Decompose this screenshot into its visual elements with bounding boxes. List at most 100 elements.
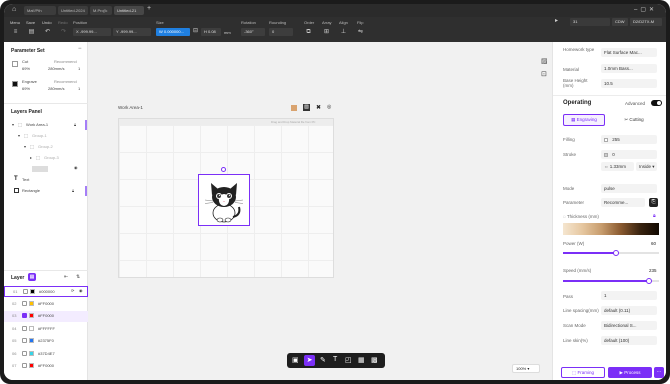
cross-icon[interactable]: ✖ — [316, 104, 321, 111]
array-icon[interactable]: ⊞ — [323, 29, 330, 36]
material-select[interactable]: 1.0mm Bass... — [601, 64, 657, 73]
device-name[interactable]: D2/D2TX-M — [630, 18, 662, 26]
scan-mode-select[interactable]: Bidirectional S... — [601, 321, 657, 330]
layer-color-swatch[interactable] — [29, 350, 34, 356]
filling-field[interactable]: 255 — [601, 135, 657, 144]
tree-group-1[interactable]: ▾ ⬚ Group-1 — [4, 131, 88, 141]
layer-checkbox[interactable] — [22, 325, 27, 331]
param-row-engrave[interactable]: Engrave Recommend 69% 280mm/s 1 — [4, 78, 88, 94]
framing-button[interactable]: ⬚ Framing — [561, 367, 605, 378]
device-mode[interactable]: CDW — [612, 18, 628, 26]
stroke-width-field[interactable]: ⇔ 1.33mm — [601, 162, 634, 171]
selected-image[interactable] — [198, 167, 250, 226]
line-spacing-select[interactable]: default (0.11) — [601, 306, 657, 315]
expand-icon[interactable]: ▸ — [30, 155, 32, 160]
layer-row[interactable]: 02 #FF0000 — [4, 299, 88, 310]
window-controls-icon[interactable]: –▢✕ — [634, 6, 657, 13]
advanced-toggle[interactable] — [651, 100, 662, 106]
tree-text[interactable]: T Text — [4, 175, 88, 185]
redo-label[interactable]: Redo — [58, 20, 68, 25]
size-w-field[interactable]: W 0.000000... — [156, 28, 190, 36]
text-tool-icon[interactable]: T — [333, 356, 337, 363]
param-minus-icon[interactable]: − — [78, 46, 82, 52]
align-icon[interactable]: ⊥ — [340, 29, 347, 36]
save-icon[interactable]: ▤ — [28, 29, 35, 36]
layer-color-swatch[interactable] — [30, 289, 35, 294]
pen-icon[interactable]: ✎ — [320, 356, 326, 364]
image-tool-icon[interactable]: ▨ — [303, 104, 310, 111]
parameter-select[interactable]: Recomme... — [601, 198, 645, 207]
home-icon[interactable]: ⌂ — [12, 6, 16, 13]
line-skin-select[interactable]: default (100) — [601, 336, 657, 345]
layer-row[interactable]: 01 #000000 ⟳ ◉ — [4, 286, 88, 297]
layer-color-swatch[interactable] — [29, 325, 34, 331]
tab-2[interactable]: Untitled-2024 — [58, 6, 88, 15]
layer-row[interactable]: 04 #FFFFFF — [4, 324, 88, 335]
layout-icon[interactable]: ▩ — [371, 356, 378, 364]
stroke-field[interactable]: 0 — [601, 150, 657, 159]
base-height-input[interactable]: 10.5 — [601, 79, 657, 88]
tree-image[interactable]: ◉ — [4, 164, 88, 174]
layer-color-swatch[interactable] — [29, 300, 34, 306]
tab-1[interactable]: Mat'/Pth — [24, 6, 56, 15]
size-unit[interactable]: mm — [224, 30, 231, 35]
layer-checkbox[interactable] — [22, 300, 27, 306]
new-tab-button[interactable]: + — [147, 5, 151, 12]
rounding-field[interactable]: 0 — [269, 28, 293, 36]
camera-icon[interactable]: ◎ — [327, 104, 331, 110]
image-panel-icon[interactable]: ▨ — [541, 57, 548, 65]
layer-checkbox[interactable] — [22, 313, 27, 318]
lock-ratio-icon[interactable]: ⊟ — [192, 28, 199, 35]
layer-color-swatch[interactable] — [29, 338, 34, 343]
undo-icon[interactable]: ↶ — [44, 29, 51, 36]
tree-workarea[interactable]: ▾ ⬚ Work Area-1 🔒︎ — [4, 120, 88, 130]
layer-row[interactable]: 03 #FF0000 — [4, 311, 88, 322]
tab-engraving[interactable]: ▦ Engraving — [563, 114, 605, 126]
search-field[interactable]: 31 — [570, 18, 610, 26]
rotate-handle[interactable] — [221, 167, 226, 172]
homework-select[interactable]: Flat Surface Mac... — [601, 48, 657, 57]
stroke-position-select[interactable]: Inside ▾ — [636, 162, 657, 171]
power-slider[interactable] — [563, 250, 659, 256]
speed-slider-knob[interactable] — [646, 278, 653, 284]
flip-icon[interactable]: ⇋ — [357, 29, 364, 36]
layer-row[interactable]: 05 #2375F0 — [4, 336, 88, 347]
layer-visibility-icon[interactable]: ◉ — [79, 288, 83, 293]
speed-slider[interactable] — [563, 278, 659, 284]
more-button[interactable]: ... — [654, 367, 664, 378]
expand-icon[interactable]: ▾ — [24, 144, 26, 149]
layer-process-icon[interactable]: ⟳ — [71, 288, 74, 293]
tree-group-2[interactable]: ▾ ⬚ Group-2 — [4, 142, 88, 152]
position-x-field[interactable]: X -999.99... — [73, 28, 111, 36]
layer-color-swatch[interactable] — [29, 313, 34, 318]
layer-row[interactable]: 07 #FF0000 — [4, 361, 88, 372]
tab-3[interactable]: M.Proj'k — [90, 6, 112, 15]
save-label[interactable]: Save — [26, 20, 35, 25]
power-value[interactable]: 60 — [651, 241, 656, 246]
speed-value[interactable]: 235 — [649, 268, 657, 273]
mode-select[interactable]: pulse — [601, 184, 657, 193]
expand-icon[interactable]: ▾ — [12, 122, 14, 127]
tab-cutting[interactable]: ✂ Cutting — [611, 114, 657, 126]
layer-color-swatch[interactable] — [29, 363, 34, 368]
redo-icon[interactable]: ↷ — [60, 29, 67, 36]
param-row-cut[interactable]: Cut Recommend 69% 280mm/s 1 — [4, 58, 88, 74]
layer-checkbox[interactable] — [22, 338, 27, 343]
layer-checkbox[interactable] — [23, 289, 28, 294]
tree-group-3[interactable]: ▸ ⬚ Group-3 — [4, 153, 88, 163]
layer-merge-icon[interactable]: ⇤ — [64, 274, 68, 280]
position-y-field[interactable]: Y -999.99... — [113, 28, 151, 36]
select-tool-icon[interactable]: ➤ — [304, 355, 315, 366]
zoom-control[interactable]: 100% ▾ — [512, 364, 540, 373]
order-icon[interactable]: ⧉ — [305, 29, 312, 36]
shapes-icon[interactable]: ◰ — [345, 356, 352, 364]
layer-add-icon[interactable]: ▦ — [28, 273, 36, 281]
grid-tool-icon[interactable]: ▦ — [358, 356, 365, 364]
rotation-field[interactable]: -360° — [241, 28, 265, 36]
lock-icon[interactable]: 🔒︎ — [72, 188, 74, 193]
work-area[interactable]: Drag and Drop Material file from PC — [118, 118, 334, 278]
layer-checkbox[interactable] — [22, 363, 27, 368]
layer-row[interactable]: 06 #37D4E7 — [4, 349, 88, 360]
image-icon[interactable]: ▣ — [292, 356, 299, 364]
thickness-gradient[interactable] — [563, 223, 659, 235]
